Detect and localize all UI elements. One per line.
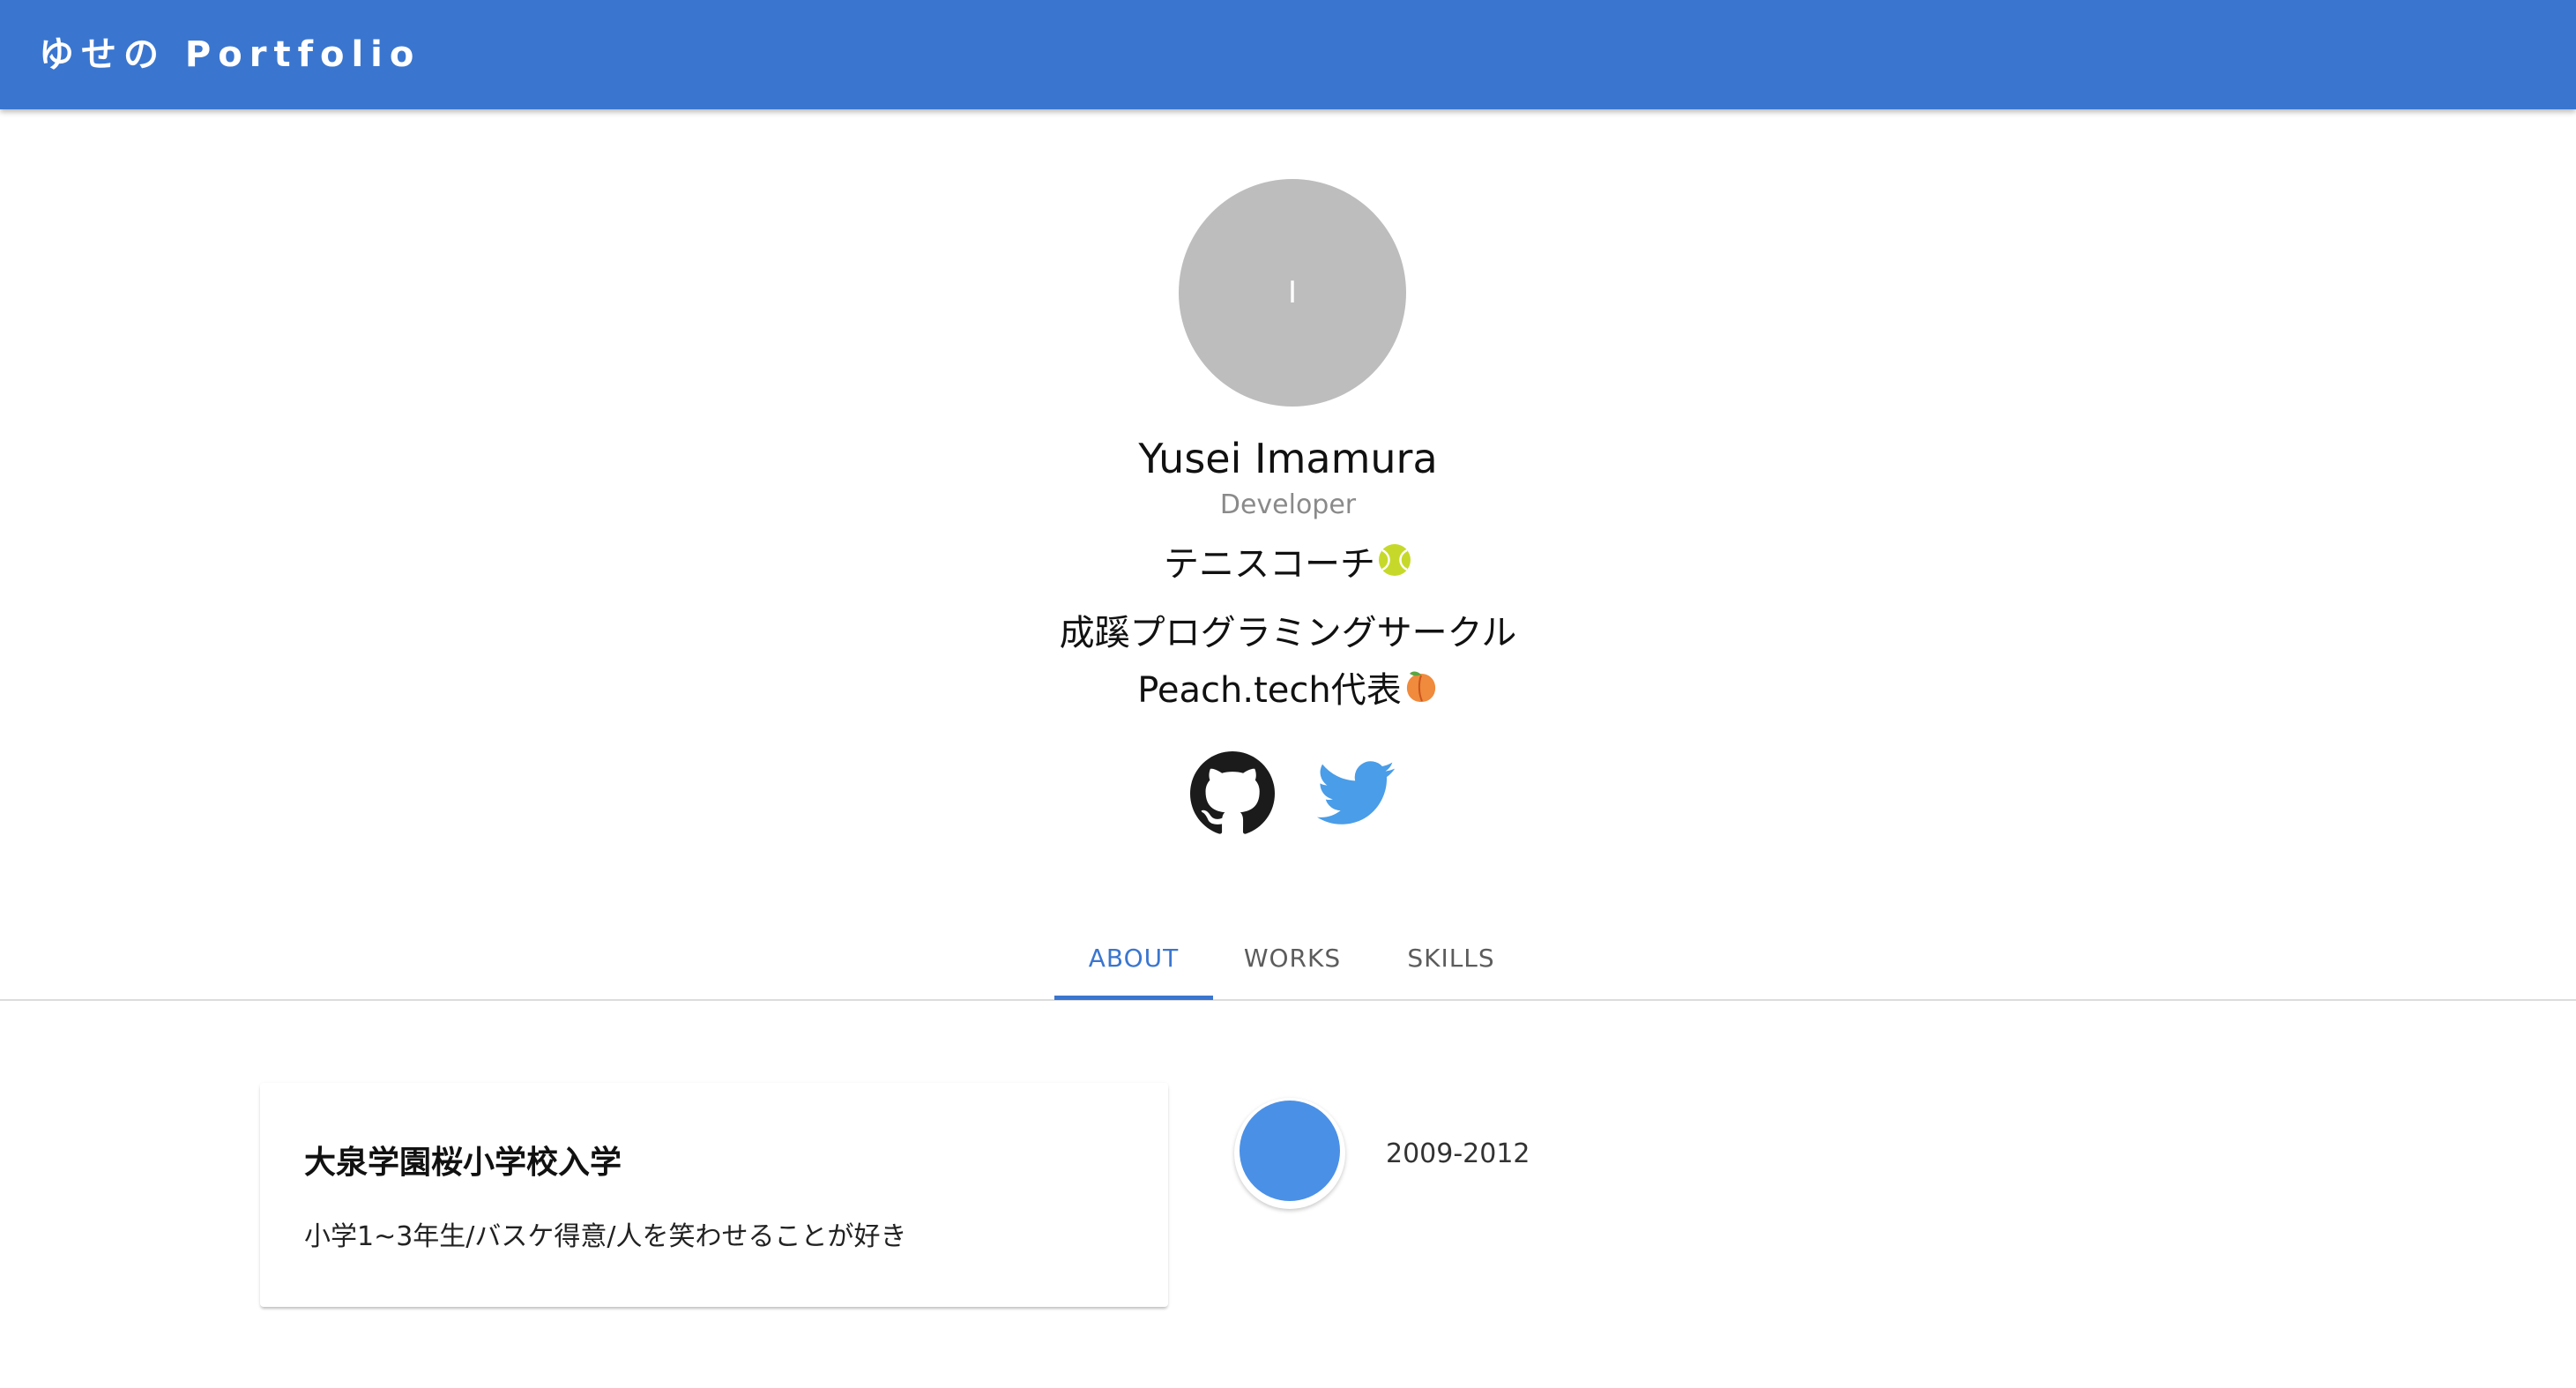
tennis-ball-icon bbox=[1377, 541, 1412, 591]
profile-name: Yusei Imamura bbox=[1138, 435, 1438, 482]
timeline-dot bbox=[1234, 1098, 1345, 1209]
github-icon bbox=[1190, 751, 1275, 834]
app-bar: ゆせの Portfolio bbox=[0, 0, 2576, 109]
profile-role: Developer bbox=[1219, 489, 1357, 520]
timeline-card-title: 大泉学園桜小学校入学 bbox=[304, 1145, 622, 1181]
bio-line-circle: 成蹊プログラミングサークル bbox=[1059, 613, 1517, 653]
avatar: I bbox=[1179, 179, 1406, 407]
timeline-date: 2009-2012 bbox=[1386, 1138, 1530, 1169]
tab-active-indicator bbox=[1054, 996, 1213, 1000]
github-link[interactable] bbox=[1190, 751, 1275, 836]
timeline-card-text: 小学1~3年生/バスケ得意/人を笑わせることが好き bbox=[304, 1221, 907, 1252]
avatar-initial: I bbox=[1287, 275, 1298, 310]
app-title[interactable]: ゆせの Portfolio bbox=[39, 30, 421, 79]
bio-line-peach-tech: Peach.tech代表 bbox=[0, 666, 2576, 717]
twitter-icon bbox=[1317, 761, 1395, 825]
bio-line-tennis-coach: テニスコーチ bbox=[0, 540, 2576, 591]
bio-line-peach-tech-text: Peach.tech代表 bbox=[1137, 670, 1402, 711]
tabs-divider bbox=[0, 999, 2576, 1001]
peach-icon bbox=[1403, 668, 1439, 717]
tab-about[interactable]: ABOUT bbox=[1054, 928, 1213, 998]
tab-works[interactable]: WORKS bbox=[1213, 928, 1372, 998]
tab-skills[interactable]: SKILLS bbox=[1372, 928, 1530, 998]
timeline-card: 大泉学園桜小学校入学 小学1~3年生/バスケ得意/人を笑わせることが好き bbox=[260, 1083, 1168, 1307]
timeline-dot-fill bbox=[1240, 1101, 1340, 1201]
twitter-link[interactable] bbox=[1317, 754, 1395, 832]
bio-line-tennis-coach-text: テニスコーチ bbox=[1164, 544, 1375, 585]
